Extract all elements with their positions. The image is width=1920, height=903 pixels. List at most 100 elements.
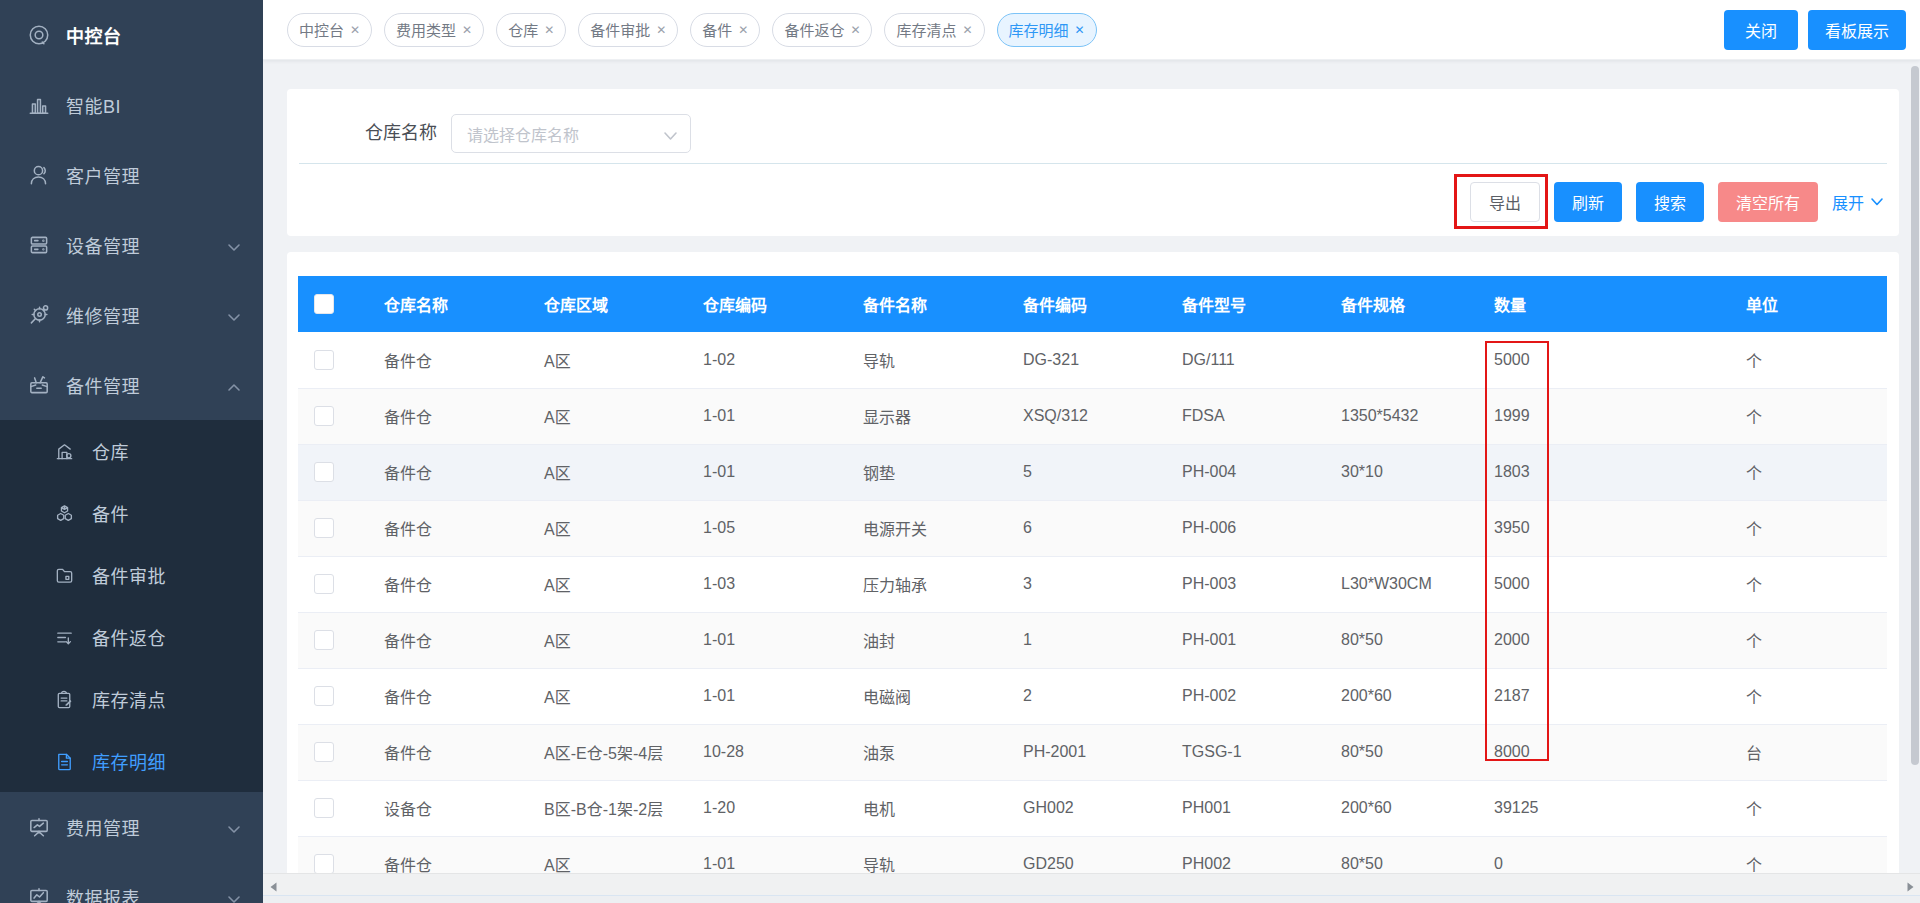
scrollbar-tail-strip xyxy=(263,895,1920,903)
sidebar-item-智能BI[interactable]: 智能BI xyxy=(0,70,263,140)
table-row[interactable]: 备件仓A区1-02导轨DG-321DG/1115000个 xyxy=(298,332,1887,388)
sidebar-subitem-库存明细[interactable]: 库存明细 xyxy=(0,730,263,792)
warehouse-select[interactable]: 请选择仓库名称 xyxy=(451,114,691,153)
sidebar-subitem-库存清点[interactable]: 库存清点 xyxy=(0,668,263,730)
table-cell: 个 xyxy=(1746,668,1887,724)
scroll-right-arrow-icon[interactable] xyxy=(1904,879,1916,891)
table-cell: 个 xyxy=(1746,332,1887,388)
sidebar-item-中控台[interactable]: 中控台 xyxy=(0,0,263,70)
sidebar-subitem-仓库[interactable]: 仓库 xyxy=(0,420,263,482)
table-cell: PH001 xyxy=(1182,780,1341,836)
tab-备件审批[interactable]: 备件审批✕ xyxy=(578,13,678,47)
sidebar-item-设备管理[interactable]: 设备管理 xyxy=(0,210,263,280)
tab-库存明细[interactable]: 库存明细✕ xyxy=(997,13,1097,47)
tab-备件返仓[interactable]: 备件返仓 ✕ xyxy=(772,13,872,47)
scroll-left-arrow-icon[interactable] xyxy=(268,879,280,891)
column-header-仓库名称: 仓库名称 xyxy=(384,276,544,332)
table-cell: PH-002 xyxy=(1182,668,1341,724)
horizontal-scrollbar[interactable] xyxy=(263,873,1920,895)
row-checkbox[interactable] xyxy=(314,462,334,482)
column-header-仓库编码: 仓库编码 xyxy=(703,276,863,332)
table-cell: A区 xyxy=(544,332,703,388)
row-checkbox[interactable] xyxy=(314,518,334,538)
cubes-icon xyxy=(54,503,75,524)
table-cell: B区-B仓-1架-2层 xyxy=(544,780,703,836)
sidebar-item-label: 客户管理 xyxy=(66,162,140,188)
table-cell: 个 xyxy=(1746,388,1887,444)
tab-仓库[interactable]: 仓库✕ xyxy=(496,13,566,47)
table-row[interactable]: 设备仓B区-B仓-1架-2层1-20电机GH002PH001200*603912… xyxy=(298,780,1887,836)
row-checkbox[interactable] xyxy=(314,798,334,818)
sidebar-item-维修管理[interactable]: 维修管理 xyxy=(0,280,263,350)
tab-库存清点[interactable]: 库存清点✕ xyxy=(884,13,984,47)
sidebar: 中控台智能BI 客户管理设备管理维修管理备件管理仓库备件备件审批备件返仓库存清点库… xyxy=(0,0,263,903)
sidebar-item-数据报表[interactable]: 数据报表 xyxy=(0,862,263,903)
table-cell: 5000 xyxy=(1494,332,1746,388)
tab-close-icon[interactable]: ✕ xyxy=(850,24,860,36)
column-header-备件名称: 备件名称 xyxy=(863,276,1023,332)
tab-close-icon[interactable]: ✕ xyxy=(656,24,666,36)
tab-close-icon[interactable]: ✕ xyxy=(962,24,972,36)
table-cell: A区 xyxy=(544,668,703,724)
sidebar-subitem-备件审批[interactable]: 备件审批 xyxy=(0,544,263,606)
clear-all-button[interactable]: 清空所有 xyxy=(1718,182,1818,222)
table-row[interactable]: 备件仓A区-E仓-5架-4层10-28油泵PH-2001TGSG-180*508… xyxy=(298,724,1887,780)
refresh-button[interactable]: 刷新 xyxy=(1554,182,1622,222)
tab-close-icon[interactable]: ✕ xyxy=(738,24,748,36)
table-row[interactable]: 备件仓A区1-01钢垫5PH-00430*101803个 xyxy=(298,444,1887,500)
row-select-cell xyxy=(298,612,384,668)
chevron-up-icon xyxy=(227,382,241,393)
table-row[interactable]: 备件仓A区1-01油封1PH-00180*502000个 xyxy=(298,612,1887,668)
sidebar-subitem-label: 备件 xyxy=(92,500,129,526)
table-row[interactable]: 备件仓A区1-03压力轴承3PH-003L30*W30CM5000个 xyxy=(298,556,1887,612)
row-select-cell xyxy=(298,556,384,612)
sidebar-subitem-备件[interactable]: 备件 xyxy=(0,482,263,544)
table-row[interactable]: 备件仓A区1-01电磁阀2PH-002200*602187个 xyxy=(298,668,1887,724)
table-cell: 1-01 xyxy=(703,388,863,444)
tab-费用类型[interactable]: 费用类型✕ xyxy=(384,13,484,47)
sidebar-item-费用管理[interactable]: 费用管理 xyxy=(0,792,263,862)
tab-close-icon[interactable]: ✕ xyxy=(1075,24,1085,36)
tab-close-icon[interactable]: ✕ xyxy=(544,24,554,36)
row-checkbox[interactable] xyxy=(314,406,334,426)
row-checkbox[interactable] xyxy=(314,630,334,650)
table-cell: 个 xyxy=(1746,444,1887,500)
expand-link[interactable]: 展开 xyxy=(1832,190,1884,214)
row-checkbox[interactable] xyxy=(314,854,334,874)
sidebar-subitem-备件返仓[interactable]: 备件返仓 xyxy=(0,606,263,668)
main-content: 仓库名称 请选择仓库名称 导出 刷新 搜索 清空所有 展开 xyxy=(263,60,1920,903)
row-checkbox[interactable] xyxy=(314,686,334,706)
close-button[interactable]: 关闭 xyxy=(1724,10,1798,50)
select-all-checkbox[interactable] xyxy=(314,294,334,314)
tab-label: 备件 xyxy=(702,19,732,40)
sidebar-item-label: 维修管理 xyxy=(66,302,140,328)
spare-parts-icon xyxy=(27,373,51,397)
sidebar-item-备件管理[interactable]: 备件管理 xyxy=(0,350,263,420)
table-cell: A区 xyxy=(544,556,703,612)
tab-中控台[interactable]: 中控台✕ xyxy=(287,13,372,47)
table-cell: 39125 xyxy=(1494,780,1746,836)
row-checkbox[interactable] xyxy=(314,742,334,762)
tab-close-icon[interactable]: ✕ xyxy=(350,24,360,36)
table-cell: 2187 xyxy=(1494,668,1746,724)
table-cell: 80*50 xyxy=(1341,724,1494,780)
table-row[interactable]: 备件仓A区1-05电源开关6PH-0063950个 xyxy=(298,500,1887,556)
table-cell: XSQ/312 xyxy=(1023,388,1182,444)
tab-label: 备件返仓 xyxy=(784,19,844,40)
topbar-actions: 关闭 看板展示 xyxy=(1724,10,1906,50)
search-button[interactable]: 搜索 xyxy=(1636,182,1704,222)
table-row[interactable]: 备件仓A区1-01显示器XSQ/312FDSA1350*54321999个 xyxy=(298,388,1887,444)
tab-备件[interactable]: 备件 ✕ xyxy=(690,13,760,47)
bi-chart-icon xyxy=(27,93,51,117)
table-cell: A区 xyxy=(544,500,703,556)
table-cell: 2000 xyxy=(1494,612,1746,668)
sidebar-item-客户管理[interactable]: 客户管理 xyxy=(0,140,263,210)
vertical-scrollbar-thumb[interactable] xyxy=(1911,66,1919,765)
sidebar-item-label: 中控台 xyxy=(66,22,122,48)
export-button[interactable]: 导出 xyxy=(1470,182,1540,222)
row-checkbox[interactable] xyxy=(314,574,334,594)
tab-close-icon[interactable]: ✕ xyxy=(462,24,472,36)
board-display-button[interactable]: 看板展示 xyxy=(1808,10,1906,50)
row-select-cell xyxy=(298,668,384,724)
row-checkbox[interactable] xyxy=(314,350,334,370)
